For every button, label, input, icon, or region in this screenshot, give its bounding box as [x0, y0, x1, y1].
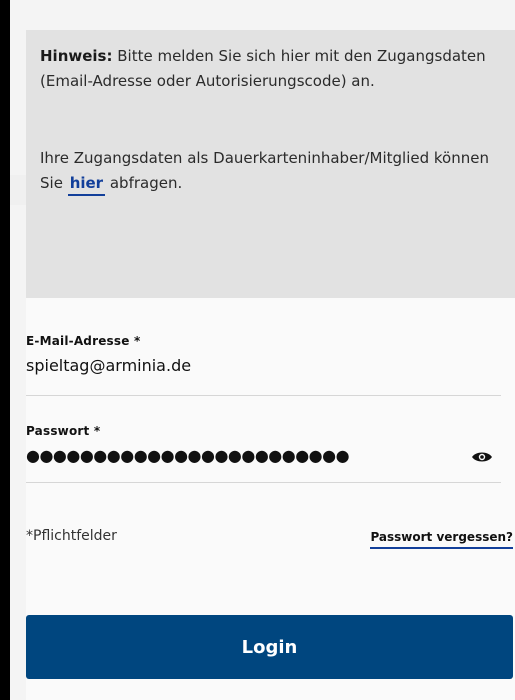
hint-paragraph-credentials: Ihre Zugangsdaten als Dauerkarteninhaber… — [40, 146, 501, 196]
hint-box: Hinweis: Bitte melden Sie sich hier mit … — [26, 30, 515, 298]
password-field[interactable]: Passwort * ●●●●●●●●●●●●●●●●●●●●●●●● — [26, 424, 501, 486]
forgot-password-link[interactable]: Passwort vergessen? — [370, 530, 513, 549]
form-footer: *Pflichtfelder Passwort vergessen? — [26, 528, 515, 552]
password-input[interactable]: ●●●●●●●●●●●●●●●●●●●●●●●● — [26, 446, 501, 465]
email-field[interactable]: E-Mail-Adresse * spieltag@arminia.de — [26, 334, 501, 396]
hint-credentials-suffix: abfragen. — [105, 174, 183, 192]
eye-icon[interactable] — [471, 450, 493, 464]
password-underline — [26, 482, 501, 483]
email-input[interactable]: spieltag@arminia.de — [26, 356, 501, 375]
hier-link[interactable]: hier — [67, 174, 106, 196]
login-button[interactable]: Login — [26, 615, 513, 679]
required-fields-note: *Pflichtfelder — [26, 528, 117, 544]
password-label: Passwort * — [26, 424, 101, 438]
email-label: E-Mail-Adresse * — [26, 334, 141, 348]
login-frame: Hinweis: Bitte melden Sie sich hier mit … — [10, 0, 515, 700]
email-underline — [26, 395, 501, 396]
login-form: E-Mail-Adresse * spieltag@arminia.de Pas… — [26, 298, 515, 700]
hint-label: Hinweis: — [40, 47, 113, 65]
login-panel: Hinweis: Bitte melden Sie sich hier mit … — [10, 0, 515, 700]
hint-paragraph: Hinweis: Bitte melden Sie sich hier mit … — [40, 44, 501, 94]
